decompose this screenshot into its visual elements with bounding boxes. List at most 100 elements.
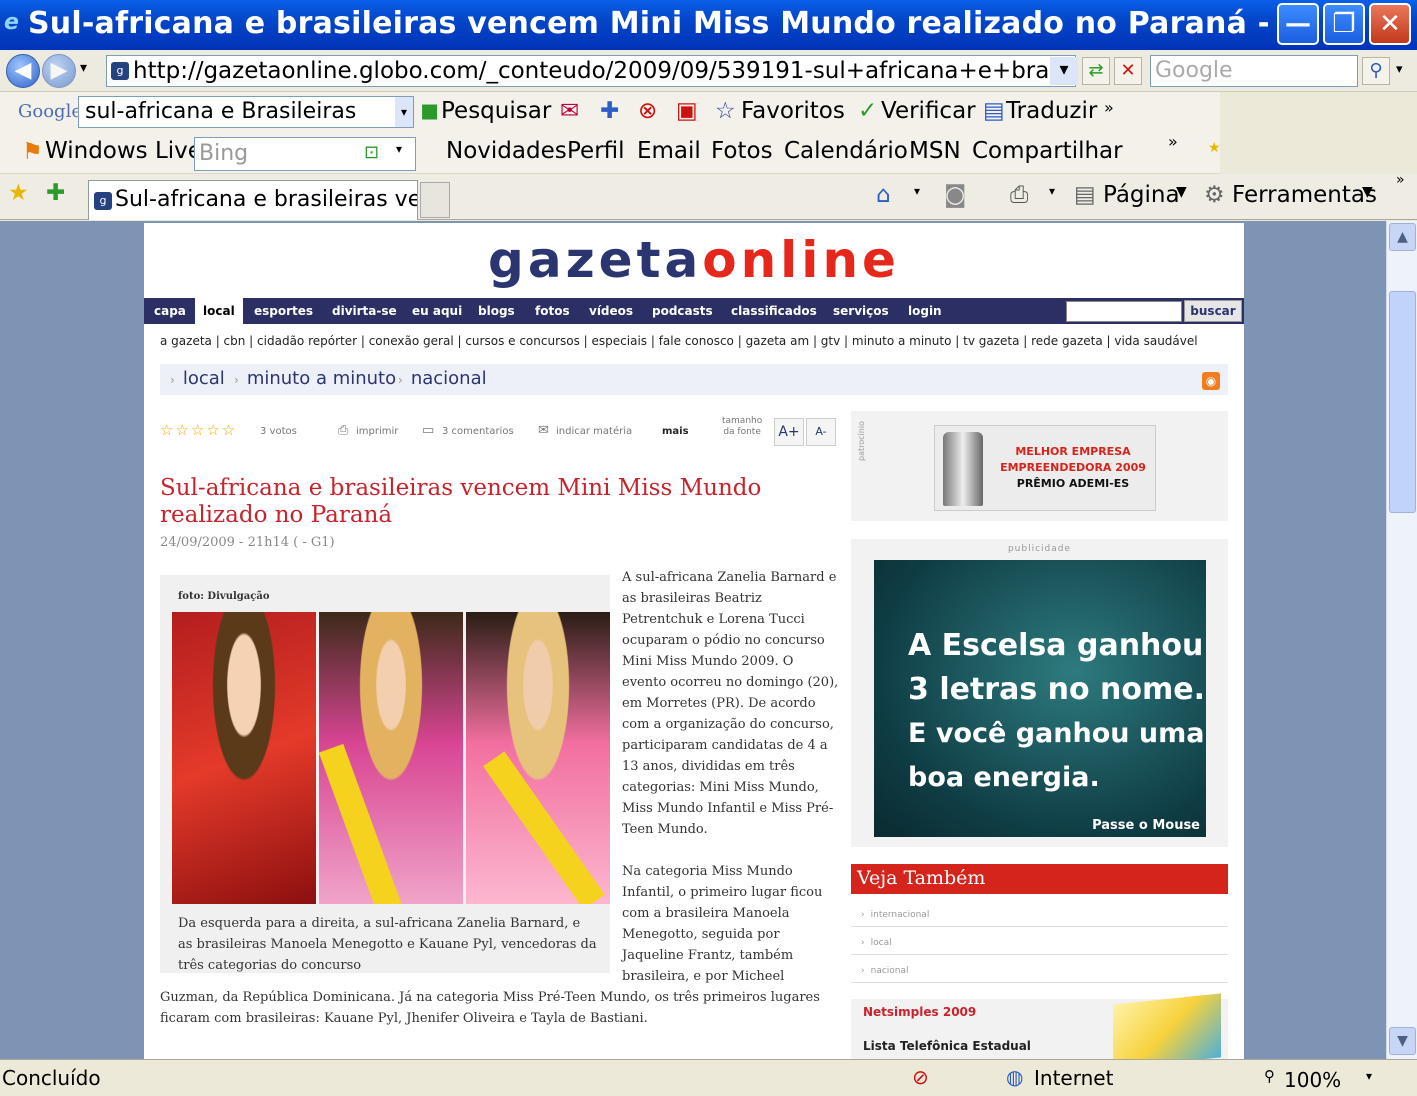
ad-hint: Passe o Mouse [1092,818,1200,833]
live-link-fotos[interactable]: Fotos [711,138,773,164]
photo-panel-1 [172,612,316,904]
scroll-up-icon[interactable]: ▲ [1389,223,1416,251]
netsimples-subtitle: Lista Telefônica Estadual [863,1039,1031,1053]
rating-stars[interactable]: ☆☆☆☆☆ [160,421,237,439]
windows-live-label[interactable]: Windows Live [45,138,202,164]
nav-esportes[interactable]: esportes [254,298,313,324]
search-icon[interactable]: ⚲ [1362,57,1390,85]
news-icon[interactable]: ▣ [676,98,698,124]
live-link-email[interactable]: Email [637,138,701,164]
live-link-perfil[interactable]: Perfil [567,138,625,164]
rss-icon[interactable]: ◉ [1202,372,1220,390]
live-link-compartilhar[interactable]: Compartilhar [972,138,1123,164]
favorites-center-icon[interactable]: ★ [8,180,29,206]
print-link[interactable]: imprimir [356,426,398,437]
minimize-button[interactable]: — [1277,3,1319,45]
article-photo[interactable] [172,612,610,904]
font-increase-button[interactable]: A+ [774,418,804,446]
live-link-calendario[interactable]: Calendário [784,138,908,164]
nav-capa[interactable]: capa [154,298,186,324]
blog-icon[interactable]: ⊗ [638,98,657,124]
home-dropdown-icon[interactable]: ▾ [914,184,920,198]
pesquisar-button[interactable]: Pesquisar [441,98,551,124]
privacy-icon[interactable]: ⊘ [912,1065,929,1089]
print-dropdown-icon[interactable]: ▾ [1049,184,1055,198]
list-item[interactable]: › internacional [851,899,1228,927]
add-icon[interactable]: ✚ [600,98,619,124]
photo-credit: foto: Divulgação [178,591,270,602]
tab-active[interactable]: g Sul-africana e brasileiras ve... [88,180,418,220]
ferramentas-dropdown-icon[interactable]: ▼ [1362,184,1373,200]
nav-servicos[interactable]: serviços [833,298,889,324]
refresh-icon[interactable]: ⇄ [1082,57,1110,85]
nav-blogs[interactable]: blogs [478,298,515,324]
ferramentas-menu[interactable]: Ferramentas [1232,182,1377,208]
escelsa-ad[interactable]: A Escelsa ganhou 3 letras no nome. E voc… [874,560,1206,837]
breadcrumb-nacional[interactable]: › nacional [398,368,487,389]
bing-go-icon[interactable]: ⊡ [364,142,379,163]
nav-local[interactable]: local [195,298,243,324]
comments-link[interactable]: 3 comentarios [442,426,514,437]
font-decrease-button[interactable]: A- [806,418,836,446]
google-search-box[interactable]: sul-africana e Brasileiras ▾ [78,96,414,128]
new-tab-button[interactable] [420,182,450,218]
stop-icon[interactable]: ✕ [1114,57,1142,85]
rss-feed-icon[interactable]: ◙ [944,182,966,208]
live-overflow-icon[interactable]: » [1168,132,1178,151]
nav-login[interactable]: login [908,298,942,324]
traduzir-button[interactable]: Traduzir [1006,98,1097,124]
bing-search-input[interactable]: Bing [194,137,416,171]
chevron-down-icon[interactable]: ▾ [395,97,413,127]
scroll-down-icon[interactable]: ▼ [1389,1027,1416,1055]
nav-fotos[interactable]: fotos [535,298,570,324]
indicate-link[interactable]: indicar matéria [556,426,632,437]
live-link-novidades[interactable]: Novidades [446,138,567,164]
pagina-menu[interactable]: Página [1103,182,1180,208]
site-search-button[interactable]: buscar [1184,300,1242,322]
list-item[interactable]: › local [851,927,1228,955]
address-bar[interactable]: g http://gazetaonline.globo.com/_conteud… [106,55,1076,87]
google-logo: Google [18,101,82,122]
back-button[interactable]: ◀ [6,54,40,88]
maximize-button[interactable]: ❐ [1323,3,1365,45]
sub-nav[interactable]: a gazeta | cbn | cidadão repórter | cone… [160,334,1198,348]
nav-classificados[interactable]: classificados [731,298,817,324]
nav-videos[interactable]: vídeos [589,298,633,324]
main-nav: capa local esportes divirta-se eu aqui b… [144,298,1244,324]
history-dropdown-icon[interactable]: ▾ [80,60,87,76]
bing-dropdown-icon[interactable]: ▾ [396,142,402,156]
forward-button[interactable]: ▶ [42,54,76,88]
url-dropdown-icon[interactable]: ▾ [1050,57,1078,85]
home-icon[interactable]: ⌂ [876,182,891,208]
breadcrumb-local[interactable]: › local [170,368,225,389]
breadcrumb-minuto[interactable]: › minuto a minuto [234,368,396,389]
list-item[interactable]: › nacional [851,955,1228,983]
live-link-msn[interactable]: MSN [909,138,961,164]
site-search-input[interactable] [1066,301,1182,322]
favoritos-button[interactable]: Favoritos [741,98,845,124]
ad-text: A Escelsa ganhou 3 letras no nome. E voc… [908,628,1206,793]
zoom-dropdown-icon[interactable]: ▾ [1366,1069,1372,1083]
zoom-level[interactable]: 100% [1284,1068,1341,1092]
close-button[interactable]: ✕ [1369,3,1411,45]
tabrow-overflow-icon[interactable]: » [1396,172,1405,188]
overflow-chevron-icon[interactable]: » [1104,98,1114,117]
search-options-icon[interactable]: ▾ [1396,62,1403,77]
sponsor-ad[interactable]: MELHOR EMPRESA EMPREENDEDORA 2009 PRÊMIO… [934,425,1156,511]
print-icon[interactable]: ⎙ [1010,182,1028,208]
nav-eu-aqui[interactable]: eu aqui [412,298,462,324]
trophy-image [943,432,983,506]
verificar-button[interactable]: Verificar [881,98,976,124]
popup-blocker-icon[interactable]: ✉ [560,98,579,124]
site-logo[interactable]: gazetaonline [144,231,1244,289]
scroll-thumb[interactable] [1389,291,1416,513]
vertical-scrollbar[interactable]: ▲ ▼ [1386,221,1417,1059]
pagina-dropdown-icon[interactable]: ▼ [1176,184,1187,200]
nav-divirta-se[interactable]: divirta-se [332,298,397,324]
more-link[interactable]: mais [662,426,689,437]
netsimples-box[interactable]: Netsimples 2009 Lista Telefônica Estadua… [851,993,1228,1059]
nav-podcasts[interactable]: podcasts [652,298,713,324]
favorites-star-icon[interactable]: ★ [1208,140,1221,156]
web-search-input[interactable]: Google [1150,55,1358,87]
add-favorite-icon[interactable]: ✚ [46,180,65,206]
